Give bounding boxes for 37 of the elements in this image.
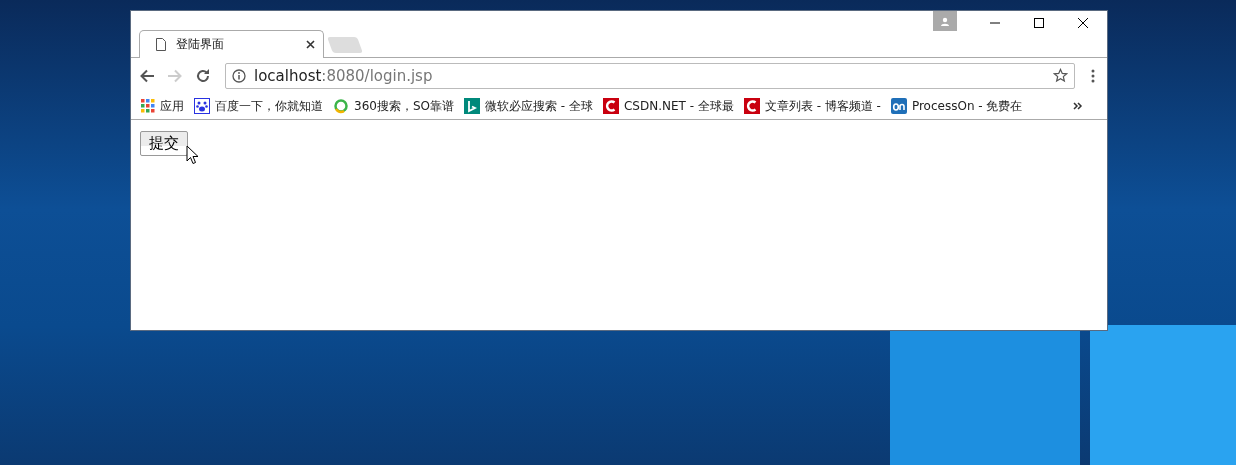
maximize-icon[interactable] <box>1033 17 1045 29</box>
browser-tab[interactable]: 登陆界面 <box>139 30 324 58</box>
bookmark-label: 应用 <box>160 97 184 115</box>
bookmark-item[interactable]: ProcessOn - 免费在 <box>890 97 1023 115</box>
info-icon <box>232 68 246 83</box>
c-letter-icon <box>602 98 619 114</box>
page-icon <box>156 38 166 51</box>
grid-icon <box>141 99 155 113</box>
reload-icon[interactable] <box>195 67 211 84</box>
bookmark-item[interactable]: 360搜索，SO靠谱 <box>333 97 454 115</box>
c-letter-icon <box>743 98 760 114</box>
bookmark-item[interactable]: 应用 <box>141 97 184 115</box>
close-icon[interactable] <box>1077 17 1089 29</box>
bookmark-item[interactable]: 微软必应搜索 - 全球 <box>463 97 593 115</box>
star-icon[interactable] <box>1053 68 1068 83</box>
on-letter-icon <box>890 98 907 114</box>
submit-button[interactable]: 提交 <box>140 131 188 156</box>
bookmark-label: CSDN.NET - 全球最 <box>623 97 734 115</box>
paw-icon <box>194 98 210 114</box>
menu-icon[interactable] <box>1091 68 1095 83</box>
ring-icon <box>333 98 349 114</box>
address-field[interactable]: localhost:8080/login.jsp <box>225 62 1075 89</box>
bookmark-label: ProcessOn - 免费在 <box>911 97 1023 115</box>
tab-title: 登陆界面 <box>176 36 225 53</box>
bookmark-label: 百度一下，你就知道 <box>215 97 323 115</box>
bookmark-item[interactable]: 文章列表 - 博客频道 - <box>743 97 881 115</box>
b-letter-icon <box>463 98 480 114</box>
back-icon[interactable] <box>139 67 155 84</box>
pointer-cursor-icon <box>186 145 199 165</box>
chevron-icon[interactable] <box>1073 102 1083 110</box>
bookmark-label: 文章列表 - 博客频道 - <box>764 97 881 115</box>
bookmark-item[interactable]: CSDN.NET - 全球最 <box>602 97 734 115</box>
close-tab-icon[interactable] <box>306 40 315 49</box>
bookmark-label: 360搜索，SO靠谱 <box>354 97 454 115</box>
bookmark-item[interactable]: 百度一下，你就知道 <box>194 97 323 115</box>
url-text: localhost:8080/login.jsp <box>254 66 434 85</box>
bookmark-label: 微软必应搜索 - 全球 <box>484 97 593 115</box>
